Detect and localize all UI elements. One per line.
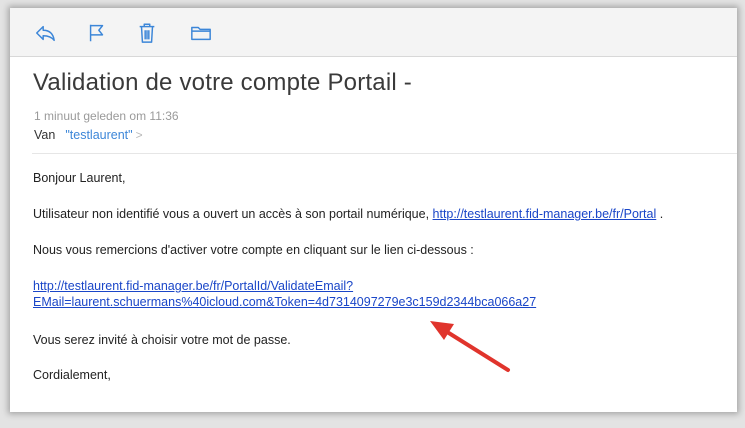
email-closing: Cordialement, [33,368,111,382]
from-label: Van [34,128,56,142]
flag-button[interactable] [84,21,110,45]
email-paragraph-password: Vous serez invité à choisir votre mot de… [33,333,291,347]
email-paragraph-activate: Nous vous remercions d'activer votre com… [33,243,474,257]
validation-link-block: http://testlaurent.fid-manager.be/fr/Por… [33,278,536,310]
email-paragraph-portal: Utilisateur non identifié vous a ouvert … [33,207,663,221]
mail-toolbar [10,8,737,57]
folder-icon [191,26,211,41]
validation-link-line-2[interactable]: EMail=laurent.schuermans%40icloud.com&To… [33,295,536,309]
trash-icon [139,23,155,43]
header-divider [32,153,737,154]
red-arrow-annotation [430,321,510,372]
reply-icon [36,25,55,42]
paragraph-text: Utilisateur non identifié vous a ouvert … [33,207,433,221]
email-timestamp: 1 minuut geleden om 11:36 [34,109,179,123]
trash-button[interactable] [134,21,160,45]
sender-row: Van "testlaurent" > [34,128,143,142]
validation-link-line-1[interactable]: http://testlaurent.fid-manager.be/fr/Por… [33,279,353,293]
email-subject: Validation de votre compte Portail - [33,69,412,96]
portal-link[interactable]: http://testlaurent.fid-manager.be/fr/Por… [433,207,657,221]
sender-name[interactable]: "testlaurent" [65,128,132,142]
flag-icon [89,24,104,42]
mail-message-window: Validation de votre compte Portail - 1 m… [10,8,737,412]
email-greeting: Bonjour Laurent, [33,171,126,185]
chevron-right-icon: > [135,128,143,142]
move-to-folder-button[interactable] [188,21,214,45]
paragraph-end: . [656,207,664,221]
reply-button[interactable] [32,21,58,45]
